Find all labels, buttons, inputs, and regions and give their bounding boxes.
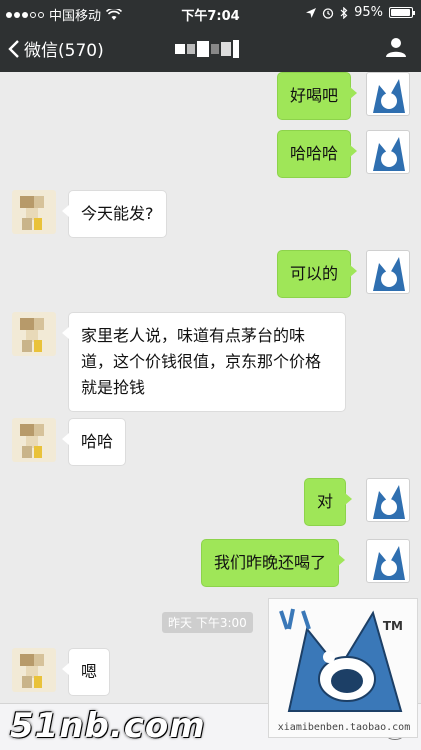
cartoon-fish-avatar-icon — [373, 257, 405, 291]
message-bubble[interactable]: 家里老人说，味道有点茅台的味道，这个价钱很值，京东那个价格就是抢钱 — [62, 312, 346, 412]
person-icon — [386, 38, 406, 57]
self-avatar[interactable] — [366, 250, 410, 294]
back-button[interactable]: 微信(570) — [8, 36, 104, 61]
location-arrow-icon — [306, 7, 317, 18]
cartoon-fish-logo-icon — [279, 608, 403, 712]
sticker-url: xiamibenben.taobao.com — [277, 722, 411, 733]
back-button-label: 微信(570) — [24, 41, 104, 61]
chevron-left-icon — [8, 39, 19, 58]
alarm-clock-icon — [322, 7, 334, 19]
cartoon-fish-avatar-icon — [373, 137, 405, 171]
self-avatar[interactable] — [366, 130, 410, 174]
message-bubble[interactable]: 对 — [304, 478, 353, 526]
contact-avatar[interactable] — [12, 312, 56, 356]
status-bar: 中国移动 下午7:04 95% — [0, 0, 421, 26]
pixelated-avatar-icon — [20, 424, 44, 458]
self-avatar[interactable] — [366, 72, 410, 116]
message-bubble[interactable]: 嗯 — [61, 648, 111, 696]
message-bubble[interactable]: 哈哈哈 — [277, 130, 358, 178]
self-avatar[interactable] — [366, 539, 410, 583]
trademark-mark: TM — [382, 619, 403, 633]
message-bubble[interactable]: 好喝吧 — [277, 72, 358, 120]
pixelated-avatar-icon — [20, 654, 44, 688]
contact-avatar[interactable] — [12, 648, 56, 692]
message-bubble[interactable]: 我们昨晚还喝了 — [201, 539, 346, 587]
message-bubble[interactable]: 哈哈 — [61, 418, 127, 466]
contact-avatar[interactable] — [12, 190, 56, 234]
battery-percent: 95% — [354, 5, 383, 20]
pixelated-avatar-icon — [20, 318, 44, 352]
contact-avatar[interactable] — [12, 418, 56, 462]
message-timestamp: 昨天 下午3:00 — [162, 612, 253, 633]
battery-level — [391, 9, 410, 16]
status-right-group: 95% — [306, 5, 415, 20]
message-bubble[interactable]: 今天能发? — [62, 190, 167, 238]
self-avatar[interactable] — [366, 478, 410, 522]
message-bubble[interactable]: 可以的 — [277, 250, 358, 298]
cartoon-fish-avatar-icon — [373, 546, 405, 580]
bluetooth-icon — [340, 6, 348, 19]
pixelated-avatar-icon — [20, 196, 44, 230]
battery-icon — [389, 7, 415, 18]
chat-title-redacted — [175, 38, 247, 60]
sticker-overlay: TM xiamibenben.taobao.com — [268, 598, 418, 738]
cartoon-fish-avatar-icon — [373, 485, 405, 519]
contact-info-button[interactable] — [385, 36, 407, 62]
cartoon-fish-avatar-icon — [373, 79, 405, 113]
nav-bar: 微信(570) — [0, 26, 421, 72]
site-watermark: 51nb.com — [10, 706, 206, 746]
